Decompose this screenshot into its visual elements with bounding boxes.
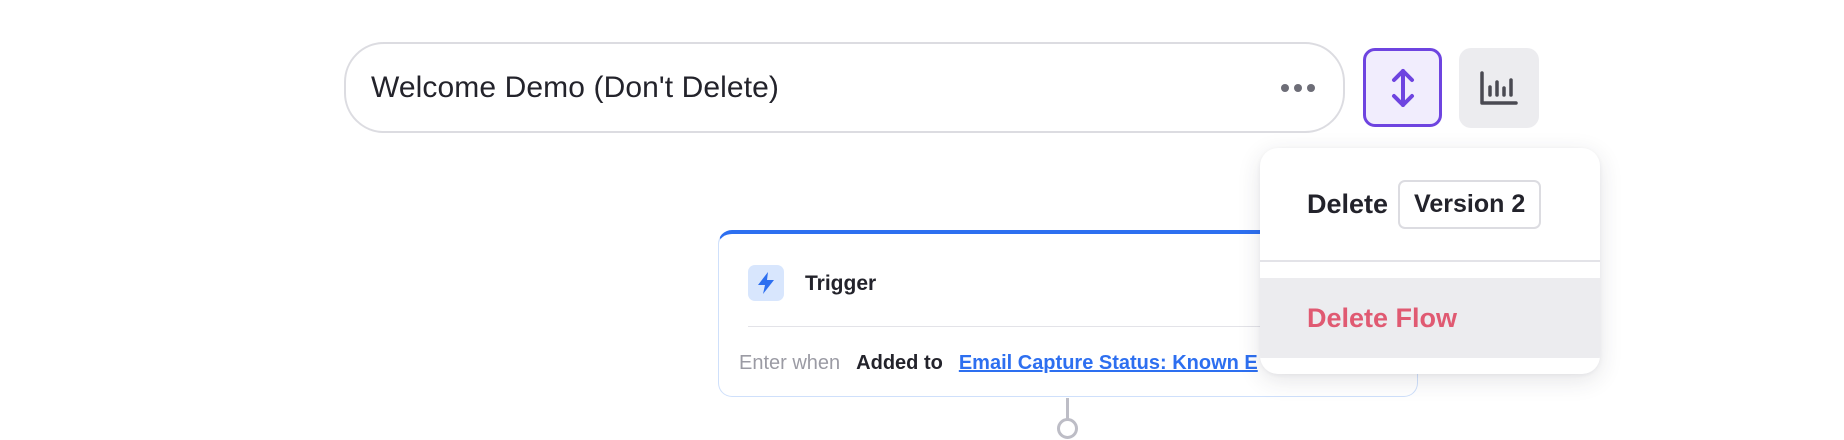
analytics-button[interactable] bbox=[1459, 48, 1539, 128]
trigger-icon-badge bbox=[748, 265, 784, 301]
trigger-condition: Enter when Added to Email Capture Status… bbox=[739, 352, 1258, 375]
version-badge: Version 2 bbox=[1398, 179, 1542, 229]
connector-node[interactable] bbox=[1057, 418, 1078, 439]
list-link[interactable]: Email Capture Status: Known E bbox=[959, 352, 1258, 375]
flow-name-text: Welcome Demo (Don't Delete) bbox=[371, 70, 780, 104]
more-options-button[interactable] bbox=[1281, 83, 1315, 92]
lightning-bolt-icon bbox=[758, 272, 774, 294]
trigger-title: Trigger bbox=[805, 272, 877, 295]
vertical-arrows-icon bbox=[1391, 68, 1414, 107]
bar-chart-icon bbox=[1480, 71, 1518, 105]
menu-divider bbox=[1260, 260, 1600, 262]
reorder-button[interactable] bbox=[1363, 48, 1442, 127]
enter-when-label: Enter when bbox=[739, 352, 841, 374]
added-to-label: Added to bbox=[856, 352, 943, 374]
delete-label: Delete bbox=[1307, 188, 1389, 219]
flow-editor: Welcome Demo (Don't Delete) Trigger Ente… bbox=[0, 0, 1844, 440]
delete-version-item[interactable]: Delete Version 2 bbox=[1307, 179, 1542, 229]
delete-flow-label: Delete Flow bbox=[1307, 302, 1458, 333]
connector-line bbox=[1066, 398, 1069, 420]
more-horizontal-icon bbox=[1281, 83, 1289, 92]
delete-flow-item[interactable]: Delete Flow bbox=[1260, 278, 1600, 358]
flow-options-menu: Delete Version 2 Delete Flow bbox=[1260, 148, 1600, 374]
flow-name-field[interactable]: Welcome Demo (Don't Delete) bbox=[344, 42, 1345, 133]
